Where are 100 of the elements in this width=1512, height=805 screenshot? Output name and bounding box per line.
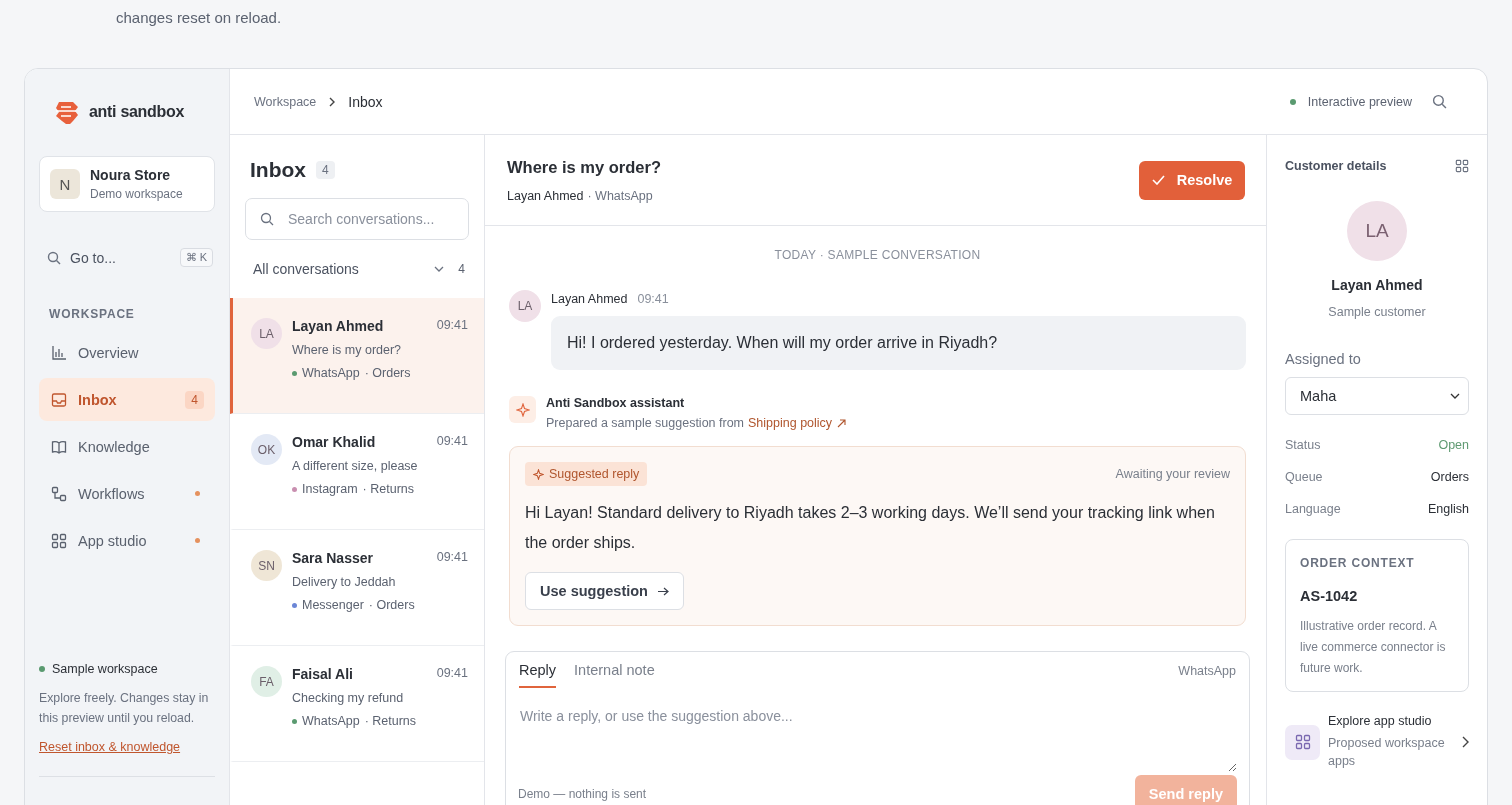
message-preview: A different size, please bbox=[292, 459, 419, 473]
intro-text: changes reset on reload. bbox=[115, 8, 283, 28]
chevron-down-icon bbox=[434, 266, 445, 272]
search-field[interactable]: Search conversations... bbox=[245, 198, 469, 240]
avatar: FA bbox=[251, 666, 282, 697]
status-dot bbox=[39, 666, 45, 672]
chevron-icon bbox=[328, 96, 337, 107]
sparkle-icon bbox=[509, 396, 536, 423]
inbox-title: Inbox bbox=[250, 158, 306, 182]
customer-avatar: LA bbox=[1347, 201, 1407, 261]
avatar: OK bbox=[251, 434, 282, 465]
review-status: Awaiting your review bbox=[1115, 467, 1230, 481]
check-icon bbox=[1151, 175, 1165, 185]
message-preview: Checking my refund bbox=[292, 691, 405, 705]
notice-title: Sample workspace bbox=[52, 662, 158, 676]
author-name: Layan Ahmed bbox=[551, 292, 628, 306]
notice-text: Explore freely. Changes stay in this preview until you reload. bbox=[39, 690, 210, 727]
message-time: 09:41 bbox=[436, 666, 468, 682]
arrow-right-icon bbox=[657, 586, 669, 596]
tray-icon bbox=[51, 391, 67, 408]
conversation-item[interactable]: SN Sara Nasser 09:41 Delivery to Jeddah Messenger · Orders bbox=[230, 530, 484, 646]
suggested-reply-text: Hi Layan! Standard delivery to Riyadh takes 2–3 working days. We’ll send your tracking link when the order ships. bbox=[525, 503, 1216, 553]
customer-subtitle: Sample customer bbox=[1328, 305, 1426, 319]
external-link-icon bbox=[837, 418, 847, 428]
book-icon bbox=[51, 438, 67, 455]
breadcrumb-current: Inbox bbox=[348, 93, 383, 110]
card-heading: ORDER CONTEXT bbox=[1300, 556, 1416, 570]
goto-search[interactable]: Go to... ⌘ K bbox=[39, 248, 215, 267]
search-icon bbox=[47, 250, 61, 265]
sparkle-icon bbox=[533, 468, 544, 480]
field-label: Assigned to bbox=[1285, 351, 1362, 367]
chart-icon bbox=[51, 344, 67, 361]
avatar: SN bbox=[251, 550, 282, 581]
search-icon[interactable] bbox=[1432, 94, 1447, 109]
contact-name: Sara Nasser bbox=[292, 550, 373, 566]
search-icon bbox=[260, 212, 274, 226]
reset-link[interactable]: Reset inbox & knowledge bbox=[39, 740, 215, 754]
field-label: Queue bbox=[1285, 470, 1323, 484]
field-value: Orders bbox=[1430, 470, 1469, 484]
assistant-note: Prepared a sample suggestion from bbox=[546, 416, 745, 430]
search-input[interactable]: Search conversations... bbox=[286, 210, 454, 228]
contact-name: Layan Ahmed bbox=[292, 318, 384, 334]
assignee-select[interactable]: Maha bbox=[1285, 377, 1469, 415]
chevron-down-icon bbox=[1450, 393, 1460, 399]
conversation-item[interactable]: OK Omar Khalid 09:41 A different size, please Instagram · Returns bbox=[230, 414, 484, 530]
message-time: 09:41 bbox=[436, 434, 468, 450]
count-badge: 4 bbox=[316, 161, 335, 179]
message-time: 09:41 bbox=[436, 318, 468, 334]
avatar: LA bbox=[251, 318, 282, 349]
queue-label: · Returns bbox=[364, 714, 417, 728]
grid-icon bbox=[51, 532, 67, 549]
nav-item[interactable]: Workflows bbox=[39, 472, 215, 515]
conversation-title: Where is my order? bbox=[507, 157, 662, 177]
shortcut-hint: ⌘ K bbox=[179, 248, 213, 267]
avatar: LA bbox=[509, 290, 541, 322]
order-id: AS-1042 bbox=[1300, 588, 1359, 604]
message-preview: Where is my order? bbox=[292, 343, 403, 357]
queue-label: · Orders bbox=[364, 366, 411, 380]
workspace-subtitle: Demo workspace bbox=[90, 187, 183, 201]
field-value: Open bbox=[1438, 438, 1469, 452]
customer-name: Layan Ahmed bbox=[507, 188, 584, 203]
workspace-switcher[interactable]: N Noura Store Demo workspace bbox=[39, 156, 215, 212]
count-badge: 4 bbox=[185, 390, 204, 409]
contact-name: Omar Khalid bbox=[292, 434, 376, 450]
section-label: WORKSPACE bbox=[48, 307, 136, 321]
status-dot bbox=[1289, 98, 1296, 105]
nav-item[interactable]: Overview bbox=[39, 331, 215, 374]
conversation-item[interactable]: LA Layan Ahmed 09:41 Where is my order? WhatsApp · Orders bbox=[230, 298, 484, 414]
channel-label: WhatsApp bbox=[1178, 664, 1236, 678]
reply-composer[interactable]: Reply Internal note WhatsApp Write a reply, or use the suggestion above... Demo — nothing is sent Send reply bbox=[505, 651, 1250, 805]
flow-icon bbox=[51, 485, 67, 502]
breadcrumb-link[interactable]: Workspace bbox=[254, 94, 317, 109]
grid-icon bbox=[1285, 724, 1320, 760]
channel-label: · WhatsApp bbox=[587, 188, 653, 203]
chevron-icon bbox=[1461, 736, 1469, 748]
app-studio-link[interactable]: Explore app studio Proposed workspace apps bbox=[1285, 714, 1469, 770]
resolve-button[interactable]: Resolve bbox=[1139, 160, 1245, 200]
nav-item[interactable]: App studio bbox=[39, 519, 215, 562]
panel-title: Customer details bbox=[1285, 159, 1387, 173]
nav-item[interactable]: Knowledge bbox=[39, 425, 215, 468]
use-suggestion-button[interactable]: Use suggestion bbox=[525, 572, 684, 610]
filter-count: 4 bbox=[458, 262, 465, 276]
composer-tab[interactable]: Reply bbox=[519, 654, 557, 688]
channel-label: Messenger bbox=[302, 598, 364, 612]
contact-name: Faisal Ali bbox=[292, 666, 353, 682]
field-label: Language bbox=[1285, 502, 1341, 516]
field-value: English bbox=[1428, 502, 1469, 516]
queue-label: · Orders bbox=[368, 598, 415, 612]
grid-icon[interactable] bbox=[1455, 159, 1469, 173]
message-preview: Delivery to Jeddah bbox=[292, 575, 397, 589]
filter-dropdown[interactable]: All conversations bbox=[253, 261, 421, 277]
order-note: Illustrative order record. A live commerce connector is future work. bbox=[1300, 618, 1447, 677]
day-divider-label: TODAY · SAMPLE CONVERSATION bbox=[773, 247, 982, 264]
nav-item[interactable]: Inbox 4 bbox=[39, 378, 215, 421]
goto-label: Go to... bbox=[70, 249, 117, 266]
composer-tab[interactable]: Internal note bbox=[574, 654, 655, 688]
message-bubble: Hi! I ordered yesterday. When will my order arrive in Riyadh? bbox=[551, 316, 1246, 370]
policy-link[interactable]: Shipping policy bbox=[748, 416, 847, 430]
conversation-item[interactable]: FA Faisal Ali 09:41 Checking my refund WhatsApp · Returns bbox=[230, 646, 484, 762]
preview-status: Interactive preview bbox=[1307, 94, 1412, 109]
